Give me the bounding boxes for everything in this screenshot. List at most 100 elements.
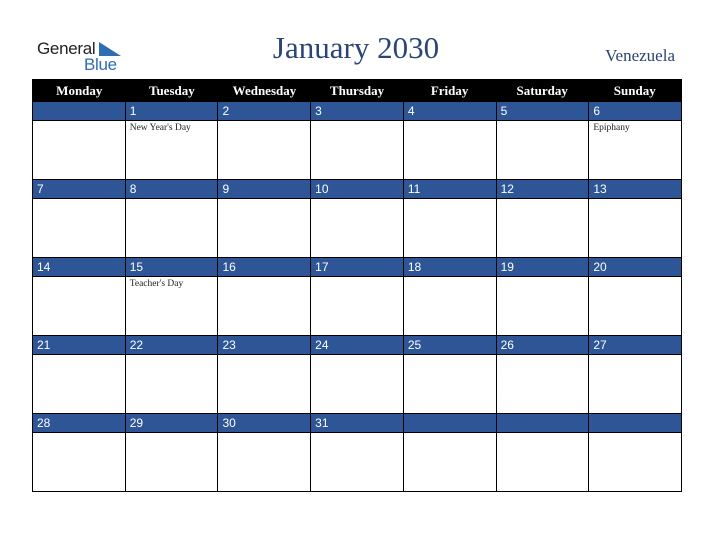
day-number: 3 xyxy=(311,102,403,121)
day-number: 15 xyxy=(125,258,218,277)
calendar-grid: Monday Tuesday Wednesday Thursday Friday Satu… xyxy=(32,79,682,492)
holiday-label xyxy=(311,121,403,123)
weekday-header-tuesday: Tuesday xyxy=(148,83,195,98)
holiday-label xyxy=(404,355,496,357)
week-row: 1 New Year's Day 2 3 4 5 6 Epiphany xyxy=(33,102,682,179)
day-number: 13 xyxy=(589,180,682,199)
holiday-label xyxy=(126,199,218,201)
day-number: 5 xyxy=(496,102,589,121)
day-number: 25 xyxy=(403,336,496,355)
day-cell: 16 xyxy=(217,258,311,335)
weekday-header-thursday: Thursday xyxy=(329,83,385,98)
day-cell: 22 xyxy=(124,336,218,413)
holiday-label xyxy=(33,277,125,279)
holiday-label xyxy=(497,277,589,279)
day-number: 4 xyxy=(403,102,496,121)
holiday-label xyxy=(589,199,681,201)
holiday-label xyxy=(218,433,310,435)
week-row: 21 22 23 24 25 26 27 xyxy=(33,335,682,413)
day-number: 29 xyxy=(125,414,218,433)
day-number: 6 xyxy=(589,102,682,121)
day-number: 14 xyxy=(33,258,125,277)
day-cell: 26 xyxy=(495,336,589,413)
day-cell: 31 xyxy=(310,414,403,491)
holiday-label xyxy=(589,277,681,279)
weekday-header-friday: Friday xyxy=(430,83,469,98)
day-number: 11 xyxy=(403,180,496,199)
holiday-label: Epiphany xyxy=(593,123,630,133)
holiday-label xyxy=(404,199,496,201)
holiday-label xyxy=(311,355,403,357)
day-number: 7 xyxy=(33,180,125,199)
day-number: 21 xyxy=(33,336,125,355)
day-number: 9 xyxy=(218,180,311,199)
day-number: 19 xyxy=(496,258,589,277)
holiday-label xyxy=(404,277,496,279)
day-number: 22 xyxy=(125,336,218,355)
holiday-label xyxy=(33,433,125,435)
day-cell: 30 xyxy=(217,414,311,491)
day-number: 18 xyxy=(403,258,496,277)
day-number: 24 xyxy=(311,336,403,355)
day-cell: 17 xyxy=(310,258,403,335)
day-number: 10 xyxy=(311,180,403,199)
holiday-label xyxy=(218,121,310,123)
holiday-label xyxy=(311,277,403,279)
day-cell: 25 xyxy=(402,336,496,413)
day-cell: 28 xyxy=(33,414,125,491)
day-cell xyxy=(588,414,682,491)
day-cell: 24 xyxy=(310,336,403,413)
day-number: 8 xyxy=(125,180,218,199)
day-number xyxy=(496,414,589,433)
holiday-label xyxy=(311,433,403,435)
day-number: 23 xyxy=(218,336,311,355)
holiday-label xyxy=(497,433,589,435)
country-label: Venezuela xyxy=(605,46,675,65)
day-cell: 18 xyxy=(402,258,496,335)
day-number: 12 xyxy=(496,180,589,199)
holiday-label xyxy=(589,355,681,357)
day-cell: 3 xyxy=(310,102,403,179)
holiday-label xyxy=(589,433,681,435)
day-number: 26 xyxy=(496,336,589,355)
day-cell: 11 xyxy=(402,180,496,257)
day-number: 30 xyxy=(218,414,311,433)
weekday-header-sunday: Sunday xyxy=(613,83,656,98)
day-cell: 21 xyxy=(33,336,125,413)
day-number: 17 xyxy=(311,258,403,277)
holiday-label xyxy=(497,121,589,123)
holiday-label xyxy=(218,199,310,201)
holiday-label xyxy=(404,121,496,123)
day-cell xyxy=(402,414,496,491)
holiday-label xyxy=(33,355,125,357)
holiday-label xyxy=(497,199,589,201)
day-number: 16 xyxy=(218,258,311,277)
day-number: 1 xyxy=(125,102,218,121)
day-cell: 12 xyxy=(495,180,589,257)
day-number: 20 xyxy=(589,258,682,277)
day-cell: 27 xyxy=(588,336,682,413)
weekday-header-saturday: Saturday xyxy=(516,83,568,98)
week-row: 14 15 Teacher's Day 16 17 18 19 20 xyxy=(33,257,682,335)
day-cell: 13 xyxy=(588,180,682,257)
day-cell: 8 xyxy=(124,180,218,257)
holiday-label xyxy=(33,199,125,201)
holiday-label xyxy=(497,355,589,357)
day-cell: 4 xyxy=(402,102,496,179)
holiday-label xyxy=(311,199,403,201)
day-number xyxy=(403,414,496,433)
day-cell: 1 New Year's Day xyxy=(124,102,218,179)
holiday-label xyxy=(218,277,310,279)
day-number: 2 xyxy=(218,102,311,121)
holiday-label xyxy=(33,121,125,123)
weekday-header-monday: Monday xyxy=(56,83,103,98)
weekday-header-wednesday: Wednesday xyxy=(232,83,297,98)
day-cell: 10 xyxy=(310,180,403,257)
day-cell: 9 xyxy=(217,180,311,257)
week-row: 7 8 9 10 11 12 13 xyxy=(33,179,682,257)
day-cell xyxy=(495,414,589,491)
day-cell xyxy=(33,102,125,179)
day-number xyxy=(589,414,682,433)
holiday-label xyxy=(126,433,218,435)
day-number: 31 xyxy=(311,414,403,433)
